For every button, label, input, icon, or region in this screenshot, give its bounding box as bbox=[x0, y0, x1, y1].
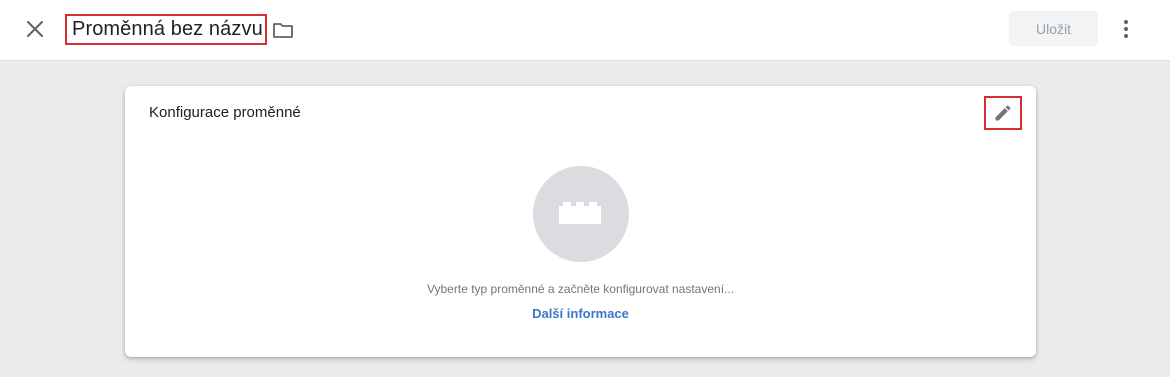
top-bar: Proměnná bez názvu Uložit bbox=[0, 0, 1170, 61]
brick-icon bbox=[559, 202, 601, 224]
close-icon bbox=[27, 21, 43, 37]
close-button[interactable] bbox=[22, 16, 48, 42]
empty-state-text: Vyberte typ proměnné a začněte konfiguro… bbox=[426, 282, 735, 296]
page-title: Proměnná bez názvu bbox=[72, 18, 263, 40]
variable-name-field[interactable]: Proměnná bez názvu bbox=[65, 14, 267, 45]
more-vert-icon bbox=[1124, 20, 1128, 38]
variable-configuration-card[interactable]: Konfigurace proměnné Vyberte typ proměnn… bbox=[125, 86, 1036, 357]
save-button[interactable]: Uložit bbox=[1009, 11, 1098, 46]
folder-button[interactable] bbox=[271, 18, 295, 42]
card-title: Konfigurace proměnné bbox=[149, 104, 301, 121]
folder-icon bbox=[273, 23, 293, 38]
pencil-icon bbox=[995, 105, 1011, 121]
edit-button[interactable] bbox=[984, 96, 1022, 130]
more-options-button[interactable] bbox=[1115, 17, 1137, 41]
learn-more-container: Další informace bbox=[125, 306, 1036, 321]
variable-type-placeholder[interactable] bbox=[533, 166, 629, 262]
learn-more-link[interactable]: Další informace bbox=[532, 306, 629, 321]
